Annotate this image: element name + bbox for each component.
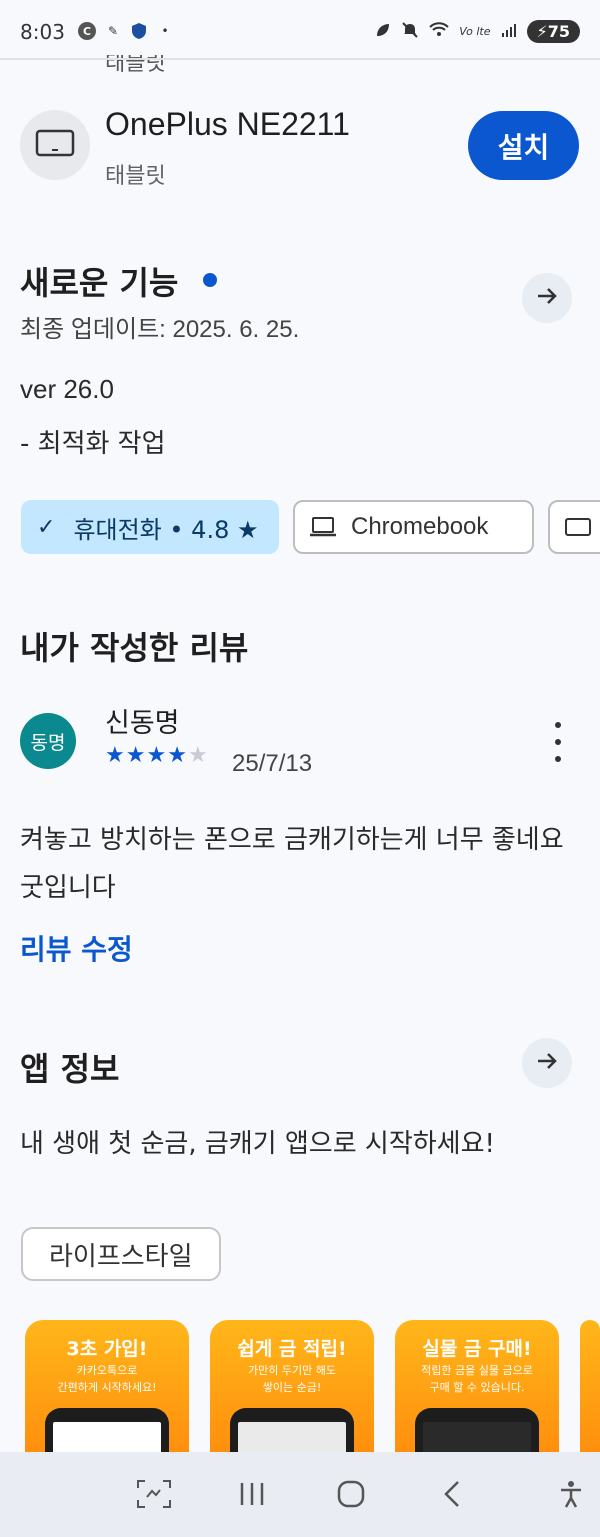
arrow-right-icon: [535, 284, 559, 312]
screenshot-3[interactable]: 실물 금 구매! 적립한 금을 실물 금으로 구매 할 수 있습니다.: [395, 1320, 559, 1470]
system-icons: Vo lte ⚡75: [375, 20, 580, 43]
top-divider: [0, 58, 600, 60]
avatar: 동명: [20, 713, 76, 769]
laptop-icon: [309, 516, 337, 538]
category-chip[interactable]: 라이프스타일: [21, 1227, 221, 1281]
c-app-icon: C: [78, 22, 96, 40]
whats-new-arrow-button[interactable]: [522, 273, 572, 323]
screenshot-subtitle-line: 쌓이는 순금!: [262, 1381, 322, 1394]
chip-phone-label: 휴대전화 • 4.8 ★: [73, 515, 259, 544]
tablet-device-avatar: [20, 110, 90, 180]
review-text: 켜놓고 방치하는 폰으로 금캐기하는게 너무 좋네요 굿입니다: [20, 825, 564, 903]
accessibility-icon[interactable]: [556, 1474, 586, 1514]
new-indicator-dot: [203, 273, 217, 287]
chip-chromebook[interactable]: Chromebook: [293, 500, 534, 554]
last-updated: 최종 업데이트: 2025. 6. 25.: [20, 316, 300, 343]
status-bar: 8:03 C ✎ • Vo lte ⚡75: [0, 0, 600, 58]
star-empty-icon: ★: [187, 743, 209, 768]
install-button[interactable]: 설치: [468, 111, 579, 180]
screenshot-title: 실물 금 구매!: [422, 1338, 532, 1360]
battery-indicator: ⚡75: [526, 20, 580, 43]
screenshot-title: 3초 가입!: [66, 1338, 148, 1360]
chip-phone[interactable]: ✓ 휴대전화 • 4.8 ★: [21, 500, 279, 554]
network-label: Vo lte: [459, 25, 491, 38]
check-icon: ✓: [37, 514, 56, 540]
screenshot-subtitle-line: 간편하게 시작하세요!: [57, 1381, 157, 1394]
version-text: ver 26.0: [20, 374, 114, 404]
leaf-icon: [375, 22, 391, 42]
screenshot-subtitle: 카카오톡으로 간편하게 시작하세요!: [25, 1362, 189, 1396]
screenshot-2[interactable]: 쉽게 금 적립! 가만히 두기만 해도 쌓이는 순금!: [210, 1320, 374, 1470]
screenshot-title: 쉽게 금 적립!: [237, 1338, 347, 1360]
reviewer-name: 신동명: [105, 708, 180, 739]
home-icon[interactable]: [331, 1474, 371, 1514]
star-filled-icon: ★: [167, 743, 188, 768]
screenshot-1[interactable]: 3초 가입! 카카오톡으로 간편하게 시작하세요!: [25, 1320, 189, 1470]
whats-new-title: 새로운 기능: [20, 264, 179, 302]
wifi-icon: [429, 21, 449, 42]
app-info-arrow-button[interactable]: [522, 1038, 572, 1088]
screenshot-subtitle: 적립한 금을 실물 금으로 구매 할 수 있습니다.: [395, 1362, 559, 1396]
mute-icon: [401, 21, 419, 43]
release-notes: - 최적화 작업: [20, 429, 166, 459]
my-review-title: 내가 작성한 리뷰: [20, 629, 249, 667]
device-name: OnePlus NE2211: [105, 106, 350, 142]
screenshot-subtitle: 가만히 두기만 해도 쌓이는 순금!: [210, 1362, 374, 1396]
notification-icons: C ✎ •: [78, 22, 174, 40]
screenshot-4-partial[interactable]: [580, 1320, 600, 1470]
star-filled-icon: ★: [146, 743, 168, 768]
app-info-title: 앱 정보: [20, 1050, 120, 1088]
tablet-icon: [35, 128, 75, 162]
system-navigation-bar: [0, 1452, 600, 1537]
screenshot-subtitle-line: 구매 할 수 있습니다.: [429, 1381, 525, 1394]
star-filled-icon: ★: [125, 743, 147, 768]
tablet-chip-icon: [564, 516, 592, 538]
more-notifications-dot-icon: •: [161, 24, 169, 38]
star-rating: ★★★★★: [105, 743, 209, 768]
recent-apps-icon[interactable]: [232, 1474, 272, 1514]
review-date: 25/7/13: [232, 750, 313, 777]
more-options-icon[interactable]: [545, 722, 571, 762]
signal-icon: [501, 22, 517, 42]
back-icon[interactable]: [432, 1474, 472, 1514]
shield-icon: [130, 22, 148, 40]
star-filled-icon: ★: [105, 743, 126, 768]
arrow-right-icon: [535, 1049, 559, 1077]
screenshot-subtitle-line: 카카오톡으로: [76, 1364, 138, 1377]
screen-capture-icon[interactable]: [134, 1474, 174, 1514]
screenshot-subtitle-line: 적립한 금을 실물 금으로: [421, 1364, 533, 1377]
app-description: 내 생애 첫 순금, 금캐기 앱으로 시작하세요!: [20, 1129, 495, 1159]
battery-level: 75: [547, 22, 570, 41]
chip-tablet[interactable]: [548, 500, 600, 554]
pen-icon: ✎: [107, 24, 119, 38]
edit-review-link[interactable]: 리뷰 수정: [20, 928, 133, 968]
device-type: 태블릿: [105, 164, 166, 189]
screenshot-subtitle-line: 가만히 두기만 해도: [248, 1364, 336, 1377]
status-time: 8:03: [20, 20, 65, 44]
chip-chromebook-label: Chromebook: [351, 513, 489, 540]
